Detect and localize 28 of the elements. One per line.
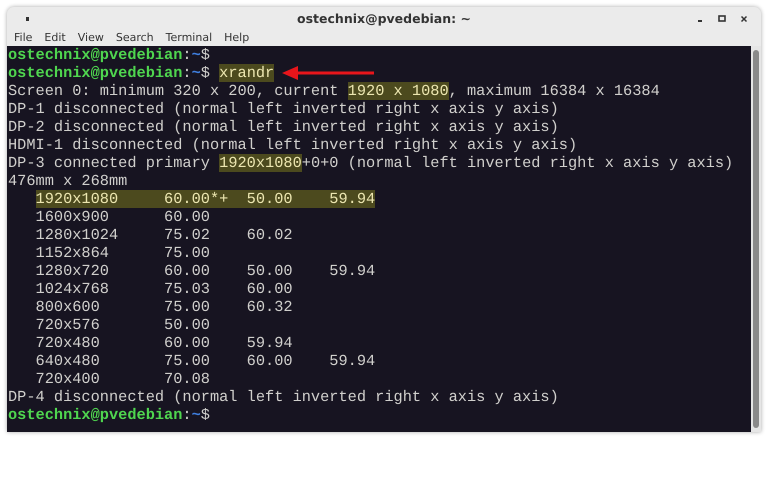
terminal-line: 800x600 75.00 60.32 bbox=[36, 298, 293, 316]
scrollbar-thumb[interactable] bbox=[753, 50, 759, 428]
terminal-line: DP-1 disconnected (normal left inverted right x axis y axis) bbox=[8, 100, 559, 118]
terminal-line: DP-2 disconnected (normal left inverted right x axis y axis) bbox=[8, 118, 559, 136]
menu-item[interactable]: Help bbox=[218, 30, 256, 46]
terminal-line: 1600x900 60.00 bbox=[36, 208, 210, 226]
terminal-line: Screen 0: minimum 320 x 200, current 1920 x 1080, maximum 16384 x 16384 bbox=[8, 82, 660, 100]
terminal-line: 1024x768 75.03 60.00 bbox=[36, 280, 293, 298]
terminal-line: ostechnix@pvedebian:~$ bbox=[8, 46, 210, 64]
terminal-line: DP-4 disconnected (normal left inverted right x axis y axis) bbox=[8, 388, 559, 406]
menu-item[interactable]: View bbox=[72, 30, 110, 46]
terminal-line: 1280x1024 75.02 60.02 bbox=[36, 226, 293, 244]
terminal-line: HDMI-1 disconnected (normal left inverted right x axis y axis) bbox=[8, 136, 578, 154]
menu-item[interactable]: Terminal bbox=[160, 30, 218, 46]
window-title: ostechnix@pvedebian: ~ bbox=[297, 11, 471, 26]
terminal-line: 1280x720 60.00 50.00 59.94 bbox=[36, 262, 376, 280]
terminal-line: 720x576 50.00 bbox=[36, 316, 210, 334]
terminal-line: ostechnix@pvedebian:~$ bbox=[8, 406, 210, 424]
terminal-line: 720x480 60.00 59.94 bbox=[36, 334, 293, 352]
terminal-line: 720x400 70.08 bbox=[36, 370, 210, 388]
terminal-line: ostechnix@pvedebian:~$ xrandr bbox=[8, 64, 274, 82]
terminal-line: 1152x864 75.00 bbox=[36, 244, 210, 262]
terminal-line: DP-3 connected primary 1920x1080+0+0 (normal left inverted right x axis y axis) bbox=[8, 154, 734, 172]
terminal-line: 640x480 75.00 60.00 59.94 bbox=[36, 352, 376, 370]
menu-item[interactable]: Edit bbox=[38, 30, 72, 46]
menu-item[interactable]: File bbox=[8, 30, 38, 46]
terminal-line: 476mm x 268mm bbox=[8, 172, 128, 190]
menu-item[interactable]: Search bbox=[110, 30, 160, 46]
